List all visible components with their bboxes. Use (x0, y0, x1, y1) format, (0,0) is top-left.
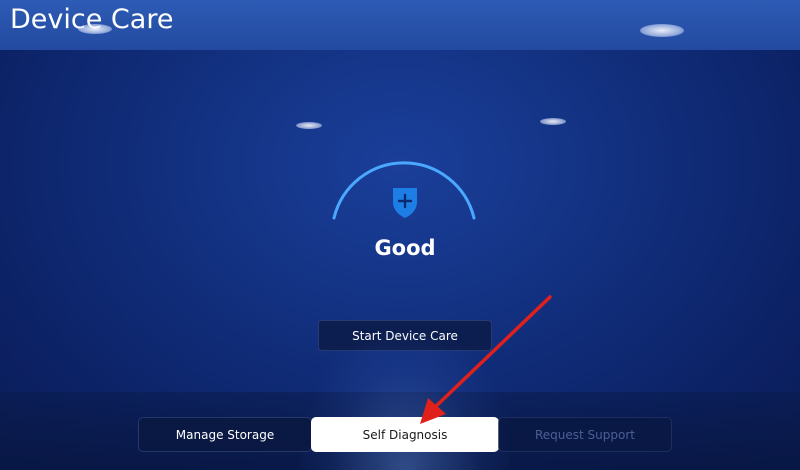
shield-plus-icon (389, 184, 421, 220)
ceiling-light-decoration (296, 122, 322, 129)
device-status-text: Good (374, 236, 436, 260)
self-diagnosis-button[interactable]: Self Diagnosis (311, 417, 499, 452)
manage-storage-button[interactable]: Manage Storage (138, 417, 312, 452)
request-support-button[interactable]: Request Support (498, 417, 672, 452)
ceiling-light-decoration (640, 24, 684, 37)
ceiling-light-decoration (78, 24, 112, 34)
ceiling-light-decoration (540, 118, 566, 125)
